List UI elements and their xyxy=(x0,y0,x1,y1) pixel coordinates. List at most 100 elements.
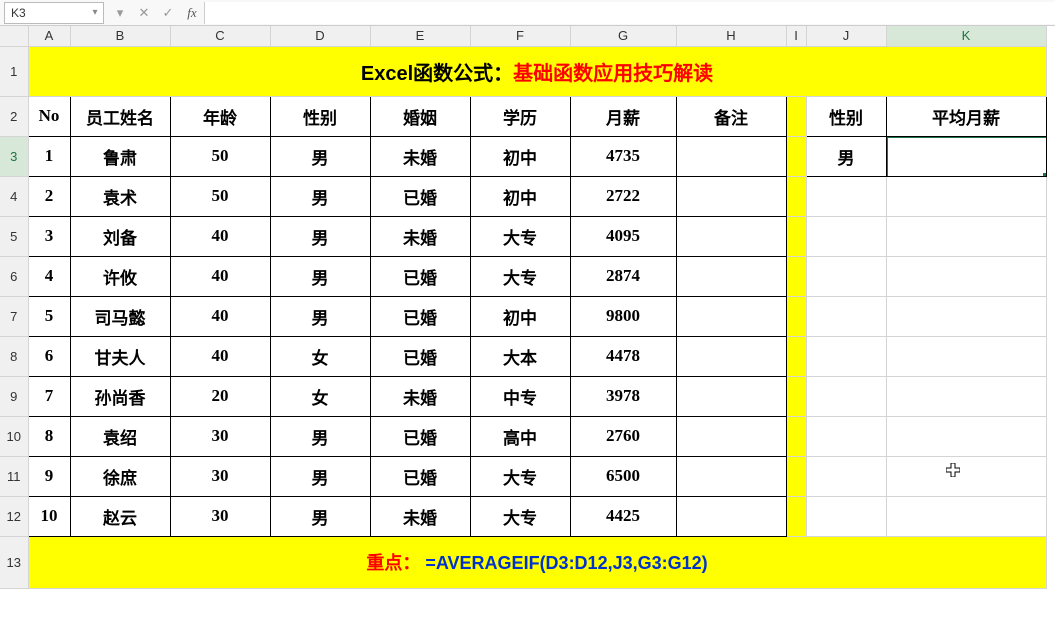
cell-G12[interactable]: 4425 xyxy=(570,496,676,536)
cell-E11[interactable]: 已婚 xyxy=(370,456,470,496)
cell-I6[interactable] xyxy=(786,256,806,296)
cell-B9[interactable]: 孙尚香 xyxy=(70,376,170,416)
cell-C8[interactable]: 40 xyxy=(170,336,270,376)
cell-I4[interactable] xyxy=(786,176,806,216)
cell-E5[interactable]: 未婚 xyxy=(370,216,470,256)
cell-H4[interactable] xyxy=(676,176,786,216)
cell-K3[interactable] xyxy=(886,136,1046,176)
cell-G8[interactable]: 4478 xyxy=(570,336,676,376)
cell-E3[interactable]: 未婚 xyxy=(370,136,470,176)
formula-expand-icon[interactable]: ▾ xyxy=(108,2,132,24)
cell-H9[interactable] xyxy=(676,376,786,416)
cell-H6[interactable] xyxy=(676,256,786,296)
cell-A3[interactable]: 1 xyxy=(28,136,70,176)
cell-C9[interactable]: 20 xyxy=(170,376,270,416)
row-header-8[interactable]: 8 xyxy=(0,336,28,376)
cell-D6[interactable]: 男 xyxy=(270,256,370,296)
cell-I11[interactable] xyxy=(786,456,806,496)
cell-H3[interactable] xyxy=(676,136,786,176)
col-header-I[interactable]: I xyxy=(786,26,806,46)
cell-B12[interactable]: 赵云 xyxy=(70,496,170,536)
col-header-G[interactable]: G xyxy=(570,26,676,46)
cell-I5[interactable] xyxy=(786,216,806,256)
cell-K8[interactable] xyxy=(886,336,1046,376)
cell-A9[interactable]: 7 xyxy=(28,376,70,416)
cell-G7[interactable]: 9800 xyxy=(570,296,676,336)
cell-F9[interactable]: 中专 xyxy=(470,376,570,416)
cell-G9[interactable]: 3978 xyxy=(570,376,676,416)
cell-I8[interactable] xyxy=(786,336,806,376)
cell-J3[interactable]: 男 xyxy=(806,136,886,176)
cell-A8[interactable]: 6 xyxy=(28,336,70,376)
cell-C6[interactable]: 40 xyxy=(170,256,270,296)
hdr-marry[interactable]: 婚姻 xyxy=(370,96,470,136)
hdr-note[interactable]: 备注 xyxy=(676,96,786,136)
col-header-K[interactable]: K xyxy=(886,26,1046,46)
row-header-13[interactable]: 13 xyxy=(0,536,28,588)
cell-C3[interactable]: 50 xyxy=(170,136,270,176)
row-header-5[interactable]: 5 xyxy=(0,216,28,256)
cell-A10[interactable]: 8 xyxy=(28,416,70,456)
col-header-D[interactable]: D xyxy=(270,26,370,46)
cell-E8[interactable]: 已婚 xyxy=(370,336,470,376)
name-box-dropdown-icon[interactable]: ▾ xyxy=(87,7,103,18)
side-hdr-avg[interactable]: 平均月薪 xyxy=(886,96,1046,136)
cell-J7[interactable] xyxy=(806,296,886,336)
cell-C11[interactable]: 30 xyxy=(170,456,270,496)
row-header-2[interactable]: 2 xyxy=(0,96,28,136)
row-header-12[interactable]: 12 xyxy=(0,496,28,536)
row-header-9[interactable]: 9 xyxy=(0,376,28,416)
cell-D12[interactable]: 男 xyxy=(270,496,370,536)
cell-G4[interactable]: 2722 xyxy=(570,176,676,216)
cell-J8[interactable] xyxy=(806,336,886,376)
fx-icon[interactable]: fx xyxy=(180,2,204,24)
cell-I2[interactable] xyxy=(786,96,806,136)
spreadsheet-grid[interactable]: A B C D E F G H I J K 1 Excel函数公式：基础函数应用… xyxy=(0,26,1055,642)
cell-F5[interactable]: 大专 xyxy=(470,216,570,256)
cell-I7[interactable] xyxy=(786,296,806,336)
cell-K7[interactable] xyxy=(886,296,1046,336)
cell-E7[interactable]: 已婚 xyxy=(370,296,470,336)
cell-C7[interactable]: 40 xyxy=(170,296,270,336)
cell-D4[interactable]: 男 xyxy=(270,176,370,216)
cell-A7[interactable]: 5 xyxy=(28,296,70,336)
cell-I3[interactable] xyxy=(786,136,806,176)
side-hdr-sex[interactable]: 性别 xyxy=(806,96,886,136)
cell-A12[interactable]: 10 xyxy=(28,496,70,536)
cell-E4[interactable]: 已婚 xyxy=(370,176,470,216)
hdr-salary[interactable]: 月薪 xyxy=(570,96,676,136)
cell-A6[interactable]: 4 xyxy=(28,256,70,296)
cell-D3[interactable]: 男 xyxy=(270,136,370,176)
col-header-E[interactable]: E xyxy=(370,26,470,46)
cell-G6[interactable]: 2874 xyxy=(570,256,676,296)
cell-H12[interactable] xyxy=(676,496,786,536)
cell-D7[interactable]: 男 xyxy=(270,296,370,336)
row-header-7[interactable]: 7 xyxy=(0,296,28,336)
name-box[interactable]: K3 ▾ xyxy=(4,2,104,24)
cell-I12[interactable] xyxy=(786,496,806,536)
cell-J5[interactable] xyxy=(806,216,886,256)
cell-C4[interactable]: 50 xyxy=(170,176,270,216)
cell-H7[interactable] xyxy=(676,296,786,336)
cell-I9[interactable] xyxy=(786,376,806,416)
cell-D10[interactable]: 男 xyxy=(270,416,370,456)
hdr-no[interactable]: No xyxy=(28,96,70,136)
hdr-edu[interactable]: 学历 xyxy=(470,96,570,136)
cell-H5[interactable] xyxy=(676,216,786,256)
cell-F10[interactable]: 高中 xyxy=(470,416,570,456)
cell-A4[interactable]: 2 xyxy=(28,176,70,216)
cell-B5[interactable]: 刘备 xyxy=(70,216,170,256)
cell-H11[interactable] xyxy=(676,456,786,496)
cell-K10[interactable] xyxy=(886,416,1046,456)
row-header-6[interactable]: 6 xyxy=(0,256,28,296)
row-header-1[interactable]: 1 xyxy=(0,46,28,96)
cell-A11[interactable]: 9 xyxy=(28,456,70,496)
cell-C12[interactable]: 30 xyxy=(170,496,270,536)
select-all-corner[interactable] xyxy=(0,26,28,46)
cell-E10[interactable]: 已婚 xyxy=(370,416,470,456)
cell-H8[interactable] xyxy=(676,336,786,376)
cell-K5[interactable] xyxy=(886,216,1046,256)
cell-E9[interactable]: 未婚 xyxy=(370,376,470,416)
cell-B8[interactable]: 甘夫人 xyxy=(70,336,170,376)
cell-B4[interactable]: 袁术 xyxy=(70,176,170,216)
